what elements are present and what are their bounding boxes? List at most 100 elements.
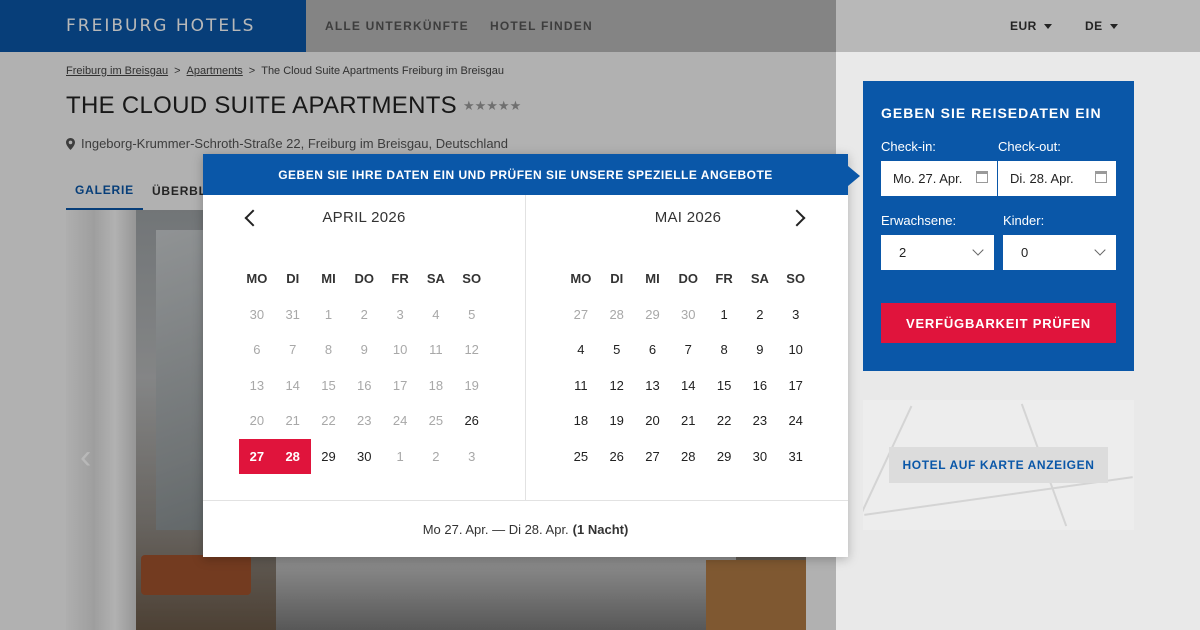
day-cell[interactable]: 27 xyxy=(635,439,671,475)
day-cell[interactable]: 15 xyxy=(706,368,742,404)
day-cell[interactable]: 11 xyxy=(563,368,599,404)
adults-value: 2 xyxy=(899,245,907,260)
day-cell[interactable]: 3 xyxy=(778,297,814,333)
checkin-field[interactable]: Mo. 27. Apr. xyxy=(881,161,997,196)
adults-label: Erwachsene: xyxy=(881,213,957,228)
selected-day-cell[interactable]: 27 xyxy=(239,438,275,474)
week-row: 25 26 27 28 29 30 31 xyxy=(563,439,814,475)
day-cell: 20 xyxy=(249,413,265,428)
children-select[interactable]: 0 xyxy=(1003,235,1116,270)
day-cell: 11 xyxy=(429,342,443,357)
calendar-grid-may: MO DI MI DO FR SA SO 27 28 29 30 1 2 3 4 5 6 7 8 9 10 11 12 13 1… xyxy=(563,261,814,474)
weekday-label: SO xyxy=(786,271,806,286)
show-on-map-button[interactable]: HOTEL AUF KARTE ANZEIGEN xyxy=(889,447,1108,483)
week-row: 27 28 29 30 1 2 3 xyxy=(239,438,490,475)
modal-backdrop-header[interactable] xyxy=(306,0,1200,52)
day-cell: 7 xyxy=(289,342,297,357)
day-cell[interactable]: 10 xyxy=(778,332,814,368)
day-cell[interactable]: 6 xyxy=(635,332,671,368)
day-cell[interactable]: 30 xyxy=(742,439,778,475)
day-cell[interactable]: 14 xyxy=(670,368,706,404)
weekday-label: MI xyxy=(321,271,336,286)
day-cell: 28 xyxy=(609,306,624,322)
calendar-icon xyxy=(976,171,988,183)
week-row: 13 14 15 16 17 18 19 xyxy=(239,368,490,404)
day-cell: 19 xyxy=(464,377,479,393)
day-cell: 5 xyxy=(468,306,476,322)
day-cell[interactable]: 26 xyxy=(454,403,490,439)
date-picker-popup: GEBEN SIE IHRE DATEN EIN UND PRÜFEN SIE … xyxy=(203,154,860,557)
day-cell[interactable]: 9 xyxy=(742,332,778,368)
day-cell: 27 xyxy=(573,306,589,322)
day-cell[interactable]: 5 xyxy=(599,332,635,368)
day-cell[interactable]: 20 xyxy=(635,403,671,439)
week-row: 6 7 8 9 10 11 12 xyxy=(239,332,490,368)
map-preview[interactable]: HOTEL AUF KARTE ANZEIGEN xyxy=(863,400,1134,530)
weekday-label: SA xyxy=(426,271,445,286)
weekday-label: DO xyxy=(354,271,375,286)
day-cell: 9 xyxy=(360,342,368,357)
day-cell[interactable]: 23 xyxy=(742,403,778,439)
checkout-value: Di. 28. Apr. xyxy=(1010,171,1074,186)
day-cell[interactable]: 7 xyxy=(670,332,706,368)
day-cell: 14 xyxy=(285,377,300,393)
day-cell[interactable]: 26 xyxy=(599,439,635,475)
day-cell[interactable]: 29 xyxy=(311,439,347,475)
check-availability-button[interactable]: VERFÜGBARKEIT PRÜFEN xyxy=(881,303,1116,343)
day-cell: 3 xyxy=(396,306,404,322)
day-cell: 8 xyxy=(324,342,333,357)
day-cell[interactable]: 8 xyxy=(706,332,742,368)
day-cell[interactable]: 17 xyxy=(778,368,814,404)
day-cell: 2 xyxy=(432,448,440,464)
checkout-field[interactable]: Di. 28. Apr. xyxy=(998,161,1116,196)
day-cell[interactable]: 21 xyxy=(670,403,706,439)
day-cell[interactable]: 29 xyxy=(706,439,742,475)
day-cell: 12 xyxy=(464,342,479,357)
children-label: Kinder: xyxy=(1003,213,1045,228)
booking-form: GEBEN SIE REISEDATEN EIN Check-in: Check… xyxy=(863,81,1134,371)
day-cell: 1 xyxy=(396,448,404,464)
date-range-text: Mo 27. Apr. — Di 28. Apr. xyxy=(422,521,569,537)
day-cell[interactable]: 4 xyxy=(563,332,599,368)
chevron-down-icon xyxy=(1094,244,1106,256)
day-cell: 16 xyxy=(357,377,372,393)
adults-select[interactable]: 2 xyxy=(881,235,994,270)
day-cell: 3 xyxy=(468,448,476,464)
day-cell[interactable]: 2 xyxy=(742,297,778,333)
day-cell: 13 xyxy=(249,377,265,393)
weekday-label: DI xyxy=(286,271,300,286)
day-cell[interactable]: 30 xyxy=(346,439,382,475)
day-cell: 25 xyxy=(428,413,444,428)
day-cell[interactable]: 24 xyxy=(778,403,814,439)
day-cell[interactable]: 18 xyxy=(563,403,599,439)
selected-day-cell[interactable]: 28 xyxy=(274,438,311,474)
weekday-label: DO xyxy=(678,271,699,286)
month-title-april: APRIL 2026 xyxy=(322,209,406,226)
week-row: 11 12 13 14 15 16 17 xyxy=(563,368,814,404)
weekday-label: SO xyxy=(462,271,482,286)
calendar-icon xyxy=(1095,171,1107,183)
day-cell: 6 xyxy=(253,342,261,357)
booking-heading: GEBEN SIE REISEDATEN EIN xyxy=(881,105,1102,121)
day-cell[interactable]: 31 xyxy=(778,439,814,475)
calendar-grid-april: MO DI MI DO FR SA SO 30 31 1 2 3 4 5 6 7 8 9 10 11 12 13 14 15 1… xyxy=(239,261,490,474)
checkin-value: Mo. 27. Apr. xyxy=(893,171,963,186)
month-divider xyxy=(525,195,526,500)
weekday-label: MO xyxy=(570,271,592,286)
day-cell[interactable]: 25 xyxy=(563,439,599,475)
day-cell: 4 xyxy=(432,306,440,322)
day-cell: 17 xyxy=(392,377,408,393)
day-cell[interactable]: 12 xyxy=(599,368,635,404)
day-cell: 24 xyxy=(392,413,408,428)
day-cell[interactable]: 1 xyxy=(706,297,742,333)
day-cell[interactable]: 22 xyxy=(706,403,742,439)
day-cell: 15 xyxy=(321,377,336,393)
day-cell[interactable]: 28 xyxy=(670,439,706,475)
day-cell[interactable]: 13 xyxy=(635,368,671,404)
day-cell: 23 xyxy=(357,413,372,428)
day-cell: 21 xyxy=(285,413,300,428)
day-cell[interactable]: 19 xyxy=(599,403,635,439)
day-cell: 31 xyxy=(285,306,300,322)
day-cell[interactable]: 16 xyxy=(742,368,778,404)
children-value: 0 xyxy=(1021,245,1029,260)
